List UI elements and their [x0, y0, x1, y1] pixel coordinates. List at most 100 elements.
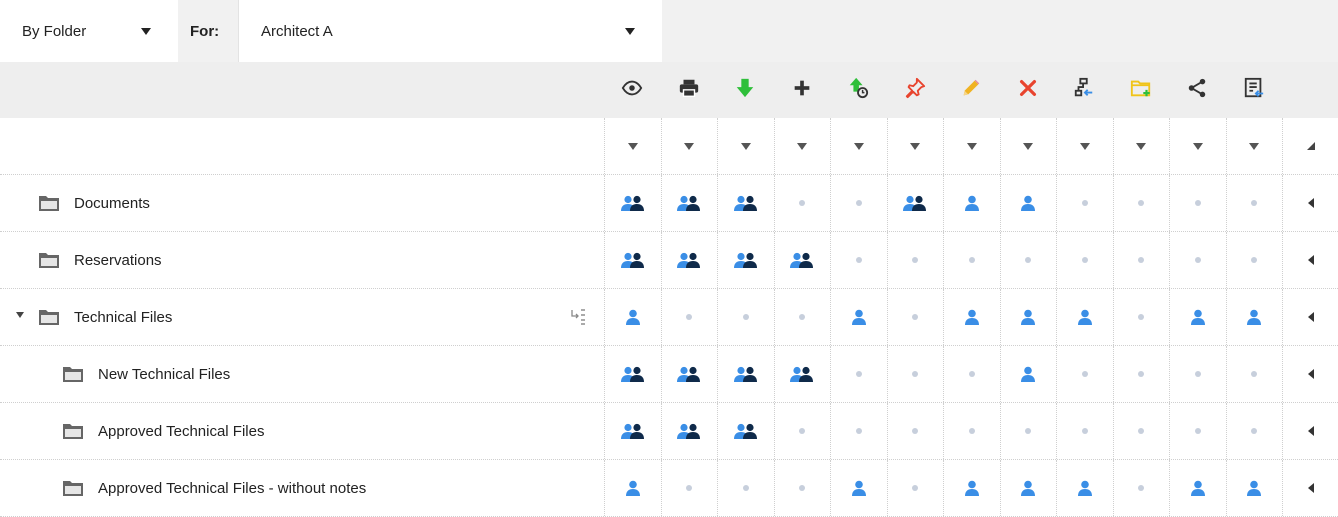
view-mode-dropdown[interactable]: By Folder — [0, 0, 179, 62]
no-permission-dot[interactable] — [1112, 175, 1169, 231]
user-permission-icon[interactable] — [1169, 460, 1225, 516]
toolbar-tool[interactable] — [604, 62, 660, 118]
no-permission-dot[interactable] — [660, 460, 717, 516]
no-permission-dot[interactable] — [886, 403, 943, 459]
no-permission-dot[interactable] — [830, 175, 886, 231]
group-permission-icon[interactable] — [604, 175, 660, 231]
user-permission-icon[interactable] — [999, 346, 1056, 402]
group-permission-icon[interactable] — [660, 346, 717, 402]
folder-row[interactable]: Technical Files — [0, 289, 1338, 346]
toolbar-tool[interactable] — [1169, 62, 1225, 118]
no-permission-dot[interactable] — [1056, 232, 1112, 288]
no-permission-dot[interactable] — [1112, 403, 1169, 459]
toolbar-tool[interactable] — [774, 62, 830, 118]
toolbar-tool[interactable] — [1113, 62, 1169, 118]
no-permission-dot[interactable] — [943, 232, 999, 288]
no-permission-dot[interactable] — [830, 232, 886, 288]
no-permission-dot[interactable] — [1225, 175, 1282, 231]
no-permission-dot[interactable] — [660, 289, 717, 345]
row-expand-button[interactable] — [1282, 232, 1338, 288]
folder-name[interactable]: Approved Technical Files — [62, 403, 264, 459]
row-expand-button[interactable] — [1282, 346, 1338, 402]
column-filter[interactable] — [660, 118, 717, 174]
user-permission-icon[interactable] — [943, 175, 999, 231]
no-permission-dot[interactable] — [1169, 175, 1225, 231]
column-filter[interactable] — [1225, 118, 1282, 174]
no-permission-dot[interactable] — [1056, 346, 1112, 402]
user-dropdown[interactable]: Architect A — [239, 0, 662, 62]
toolbar-tool[interactable] — [1000, 62, 1056, 118]
group-permission-icon[interactable] — [886, 175, 943, 231]
no-permission-dot[interactable] — [1225, 403, 1282, 459]
column-filter[interactable] — [1169, 118, 1225, 174]
folder-row[interactable]: Approved Technical Files - without notes — [0, 460, 1338, 517]
no-permission-dot[interactable] — [1112, 346, 1169, 402]
group-permission-icon[interactable] — [660, 232, 717, 288]
user-permission-icon[interactable] — [1056, 289, 1112, 345]
folder-name[interactable]: Reservations — [38, 232, 162, 288]
folder-row[interactable]: New Technical Files — [0, 346, 1338, 403]
group-permission-icon[interactable] — [773, 346, 830, 402]
folder-name[interactable]: Technical Files — [38, 289, 172, 345]
column-filter[interactable] — [1056, 118, 1112, 174]
no-permission-dot[interactable] — [1225, 346, 1282, 402]
group-permission-icon[interactable] — [660, 403, 717, 459]
no-permission-dot[interactable] — [773, 175, 830, 231]
no-permission-dot[interactable] — [1225, 232, 1282, 288]
user-permission-icon[interactable] — [943, 289, 999, 345]
user-permission-icon[interactable] — [999, 289, 1056, 345]
folder-row[interactable]: Documents — [0, 175, 1338, 232]
row-expand-button[interactable] — [1282, 175, 1338, 231]
no-permission-dot[interactable] — [830, 403, 886, 459]
collapse-all-button[interactable] — [1282, 118, 1338, 174]
user-permission-icon[interactable] — [999, 460, 1056, 516]
group-permission-icon[interactable] — [717, 232, 773, 288]
user-permission-icon[interactable] — [1225, 460, 1282, 516]
row-expand-button[interactable] — [1282, 289, 1338, 345]
user-permission-icon[interactable] — [830, 460, 886, 516]
group-permission-icon[interactable] — [717, 403, 773, 459]
toolbar-tool[interactable] — [661, 62, 717, 118]
no-permission-dot[interactable] — [830, 346, 886, 402]
no-permission-dot[interactable] — [1169, 403, 1225, 459]
user-permission-icon[interactable] — [943, 460, 999, 516]
user-permission-icon[interactable] — [1056, 460, 1112, 516]
no-permission-dot[interactable] — [886, 346, 943, 402]
no-permission-dot[interactable] — [717, 289, 773, 345]
folder-row[interactable]: Reservations — [0, 232, 1338, 289]
row-expand-button[interactable] — [1282, 460, 1338, 516]
column-filter[interactable] — [604, 118, 660, 174]
no-permission-dot[interactable] — [886, 232, 943, 288]
no-permission-dot[interactable] — [773, 289, 830, 345]
user-permission-icon[interactable] — [604, 289, 660, 345]
group-permission-icon[interactable] — [717, 175, 773, 231]
no-permission-dot[interactable] — [943, 403, 999, 459]
user-permission-icon[interactable] — [1169, 289, 1225, 345]
user-permission-icon[interactable] — [999, 175, 1056, 231]
no-permission-dot[interactable] — [773, 403, 830, 459]
no-permission-dot[interactable] — [886, 460, 943, 516]
toolbar-tool[interactable] — [1226, 62, 1282, 118]
folder-name[interactable]: Documents — [38, 175, 150, 231]
no-permission-dot[interactable] — [1112, 289, 1169, 345]
group-permission-icon[interactable] — [660, 175, 717, 231]
group-permission-icon[interactable] — [604, 346, 660, 402]
column-filter[interactable] — [886, 118, 943, 174]
row-expand-button[interactable] — [1282, 403, 1338, 459]
folder-name[interactable]: Approved Technical Files - without notes — [62, 460, 366, 516]
no-permission-dot[interactable] — [1056, 403, 1112, 459]
folder-name[interactable]: New Technical Files — [62, 346, 230, 402]
toolbar-tool[interactable] — [1056, 62, 1112, 118]
no-permission-dot[interactable] — [943, 346, 999, 402]
user-permission-icon[interactable] — [604, 460, 660, 516]
toolbar-tool[interactable] — [943, 62, 999, 118]
column-filter[interactable] — [717, 118, 773, 174]
no-permission-dot[interactable] — [1112, 232, 1169, 288]
column-filter[interactable] — [830, 118, 886, 174]
no-permission-dot[interactable] — [1056, 175, 1112, 231]
toolbar-tool[interactable] — [887, 62, 943, 118]
no-permission-dot[interactable] — [886, 289, 943, 345]
folder-row[interactable]: Approved Technical Files — [0, 403, 1338, 460]
toolbar-tool[interactable] — [830, 62, 886, 118]
toolbar-tool[interactable] — [717, 62, 773, 118]
